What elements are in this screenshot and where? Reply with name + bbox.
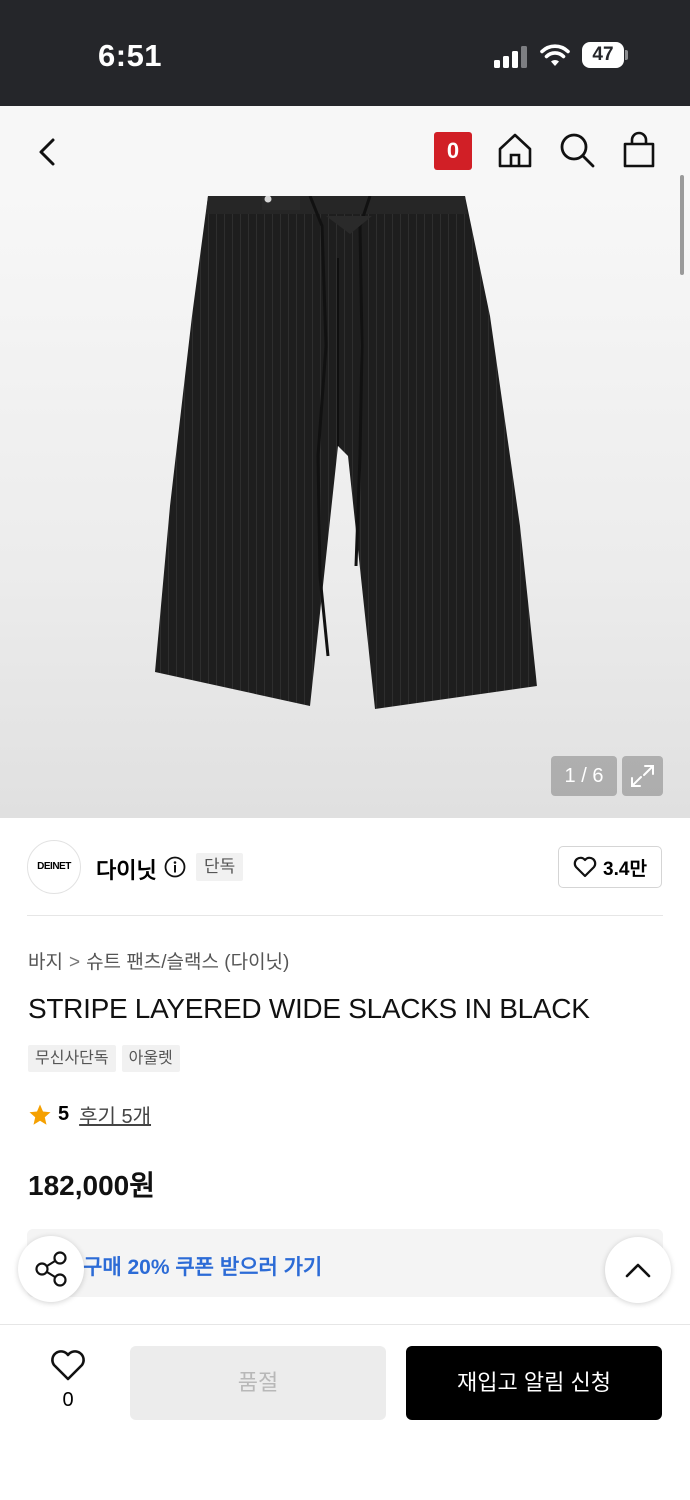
expand-icon[interactable] xyxy=(622,756,663,796)
scroll-top-button[interactable] xyxy=(605,1237,671,1303)
product-title: STRIPE LAYERED WIDE SLACKS IN BLACK xyxy=(28,993,590,1024)
tag-outlet: 아울렛 xyxy=(121,1045,180,1072)
product-image[interactable] xyxy=(0,196,690,818)
brand-name[interactable]: 다이닛 xyxy=(96,853,157,885)
search-icon[interactable] xyxy=(557,130,597,170)
share-icon xyxy=(35,1251,67,1287)
wifi-icon xyxy=(540,44,570,66)
chevron-right-icon: > xyxy=(68,952,81,973)
product-like-count: 0 xyxy=(62,1389,74,1411)
breadcrumb: 바지 > 슈트 팬츠/슬랙스 (다이닛) xyxy=(28,947,289,974)
battery-icon: 47 xyxy=(582,42,628,68)
page-scrollbar[interactable] xyxy=(680,175,684,275)
restock-alert-button[interactable]: 재입고 알림 신청 xyxy=(406,1346,662,1420)
cellular-signal-icon xyxy=(494,44,528,68)
brand-like-button[interactable]: 3.4만 xyxy=(558,846,662,888)
status-bar: 6:51 47 xyxy=(0,0,690,106)
top-navigation-bar: 0 xyxy=(0,106,690,196)
home-icon[interactable] xyxy=(495,130,535,170)
pants-illustration xyxy=(155,196,537,709)
bottom-bar-divider xyxy=(0,1324,690,1325)
notification-badge[interactable]: 0 xyxy=(434,132,472,170)
chevron-up-icon xyxy=(625,1263,651,1278)
battery-level: 47 xyxy=(582,42,624,68)
price: 182,000원 xyxy=(28,1170,155,1201)
rating-value: 5 xyxy=(58,1103,70,1125)
coupon-text: 구매 20% 쿠폰 받으러 가기 xyxy=(83,1256,323,1279)
image-counter: 1 / 6 xyxy=(551,756,617,796)
coupon-banner[interactable]: 구매 20% 쿠폰 받으러 가기 xyxy=(27,1229,663,1297)
shopping-bag-icon[interactable] xyxy=(619,130,659,170)
tag-exclusive: 무신사단독 xyxy=(28,1045,116,1072)
heart-icon xyxy=(51,1350,85,1381)
product-like-button[interactable]: 0 xyxy=(42,1348,94,1418)
soldout-button: 품절 xyxy=(130,1346,386,1420)
breadcrumb-item-category[interactable]: 바지 xyxy=(28,952,63,973)
brand-like-count: 3.4만 xyxy=(603,858,647,880)
product-tags: 무신사단독 아울렛 xyxy=(28,1045,180,1072)
review-link[interactable]: 후기 5개 xyxy=(79,1100,151,1129)
exclusive-tag: 단독 xyxy=(196,853,244,881)
status-time: 6:51 xyxy=(98,38,163,73)
heart-icon xyxy=(573,856,597,878)
breadcrumb-item-subcategory[interactable]: 슈트 팬츠/슬랙스 (다이닛) xyxy=(86,952,289,973)
divider xyxy=(27,915,663,916)
brand-logo[interactable]: DEINET xyxy=(27,840,81,894)
star-icon xyxy=(29,1104,51,1125)
info-icon[interactable] xyxy=(164,856,186,878)
back-button[interactable] xyxy=(30,134,66,170)
share-button[interactable] xyxy=(18,1236,84,1302)
rating-row: 5 후기 5개 xyxy=(28,1100,151,1129)
